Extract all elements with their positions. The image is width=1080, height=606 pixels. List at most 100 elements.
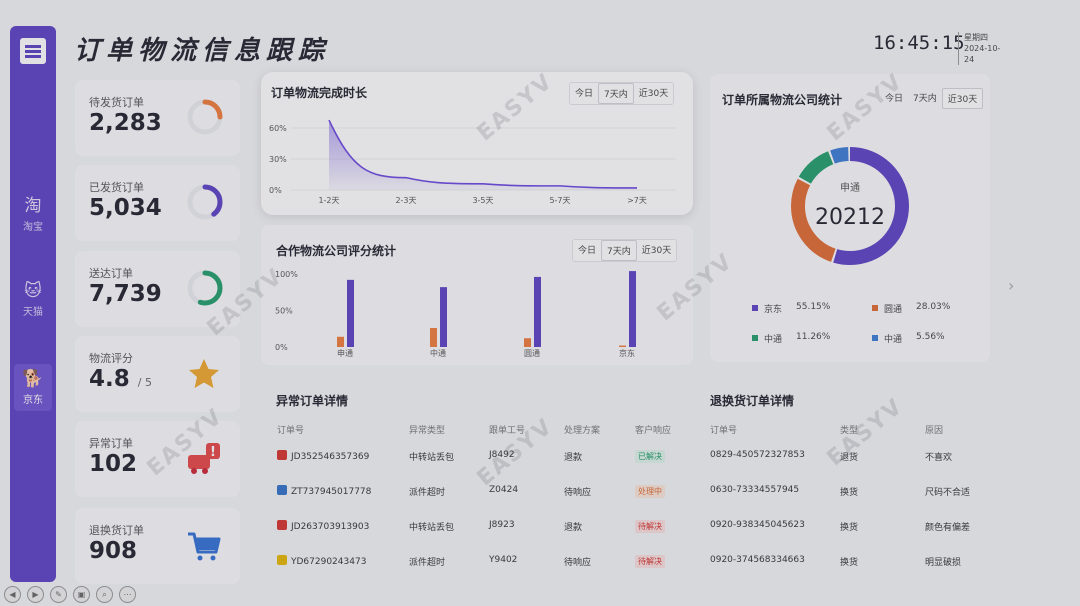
cart-icon (188, 532, 221, 561)
plan-cell: 退款 (564, 523, 583, 533)
x-tick-label: >7天 (627, 196, 647, 205)
table-header: 订单号 类型 原因 (710, 423, 990, 437)
duration-area (329, 120, 637, 190)
legend-value: 5.56% (916, 332, 945, 342)
status-badge: 已解决 (635, 450, 665, 463)
stat-card: 待发货订单 2,283 (75, 80, 240, 156)
returns-table-title: 退换货订单详情 (710, 394, 795, 408)
status-badge: 待解决 (635, 555, 665, 568)
legend-item[interactable]: 京东 55.15% (752, 302, 862, 315)
bar (524, 338, 531, 347)
stat-value: 4.8 / 5 (89, 366, 152, 392)
legend-swatch (752, 335, 758, 341)
pen-icon[interactable]: ✎ (50, 586, 67, 603)
sidebar-item-tmall[interactable]: 🐱 天猫 (14, 281, 52, 318)
reason-cell: 尺码不合适 (925, 488, 971, 498)
stat-label: 已发货订单 (89, 181, 144, 194)
courier-logo-icon (277, 485, 287, 495)
order-cell: 0920-374568334663 (710, 555, 805, 565)
order-cell: 0829-450572327853 (710, 450, 805, 460)
column-header: 订单号 (277, 426, 305, 436)
stat-card: 物流评分 4.8 / 5 (75, 336, 240, 412)
legend-swatch (752, 305, 758, 311)
bar (430, 328, 437, 347)
stat-card: 已发货订单 5,034 (75, 165, 240, 241)
y-tick-label: 30% (269, 155, 287, 164)
chevron-right-icon[interactable]: › (1008, 276, 1014, 295)
x-tick-label: 京东 (619, 348, 635, 358)
plan-cell: 待响应 (564, 488, 592, 498)
table-row[interactable]: 0630-73334557945 换货 尺码不合适 (710, 485, 990, 499)
legend-swatch (872, 335, 878, 341)
prev-icon[interactable]: ◀ (4, 586, 21, 603)
bar (440, 287, 447, 347)
order-cell: 0630-73334557945 (710, 485, 800, 495)
table-row[interactable]: ZT737945017778 派件超时 Z0424 待响应 处理中 (277, 485, 687, 499)
reason-cell: 明显破损 (925, 558, 962, 568)
table-row[interactable]: 0920-374568334663 换货 明显破损 (710, 555, 990, 569)
table-row[interactable]: YD67290243473 派件超时 Y9402 待响应 待解决 (277, 555, 687, 569)
legend-value: 55.15% (796, 302, 831, 312)
zoom-icon[interactable]: ⌕ (96, 586, 113, 603)
legend-item[interactable]: 中通 11.26% (752, 332, 862, 345)
sidebar-item-jd[interactable]: 🐕 京东 (14, 364, 52, 411)
table-row[interactable]: JD352546357369 中转站丢包 J8492 退款 已解决 (277, 450, 687, 464)
share-panel: 订单所属物流公司统计 今日 7天内 近30天 申通 20212 京东 55.15% 圆… (710, 74, 990, 362)
abnormal-table-title: 异常订单详情 (276, 394, 349, 408)
date-display: 星期四 2024-10-24 (958, 32, 1008, 65)
table-row[interactable]: 0829-450572327853 退货 不喜欢 (710, 450, 990, 464)
staff-cell: J8923 (489, 520, 515, 530)
stat-label: 退换货订单 (89, 524, 144, 537)
stat-value: 2,283 (89, 110, 162, 136)
type-cell: 换货 (840, 558, 859, 568)
y-tick-label: 60% (269, 124, 287, 133)
column-header: 处理方案 (564, 426, 601, 436)
column-header: 原因 (925, 426, 944, 436)
sidebar-item-label: 京东 (23, 395, 43, 406)
type-cell: 中转站丢包 (409, 523, 455, 533)
status-badge: 待解决 (635, 520, 665, 533)
bar (629, 271, 636, 347)
x-tick-label: 中通 (430, 348, 446, 358)
table-row[interactable]: JD263703913903 中转站丢包 J8923 退款 待解决 (277, 520, 687, 534)
legend-value: 28.03% (916, 302, 951, 312)
type-cell: 退货 (840, 453, 859, 463)
status-cell: 待解决 (635, 555, 665, 568)
share-legend: 京东 55.15% 圆通 28.03% 中通 11.26% 中通 5.56% (710, 74, 990, 362)
x-tick-label: 2-3天 (395, 196, 416, 205)
column-header: 跟单工号 (489, 426, 526, 436)
x-tick-label: 圆通 (524, 348, 540, 358)
legend-swatch (872, 305, 878, 311)
order-cell: JD352546357369 (277, 450, 369, 462)
stat-label: 送达订单 (89, 267, 133, 280)
next-icon[interactable]: ▶ (27, 586, 44, 603)
type-cell: 换货 (840, 523, 859, 533)
truck-alert-icon: ! (188, 443, 220, 474)
type-cell: 中转站丢包 (409, 453, 455, 463)
status-cell: 已解决 (635, 450, 665, 463)
progress-ring (187, 99, 223, 135)
slides-icon[interactable]: ▣ (73, 586, 90, 603)
table-header: 订单号 异常类型 跟单工号 处理方案 客户响应 (277, 423, 687, 437)
status-cell: 处理中 (635, 485, 665, 498)
type-cell: 派件超时 (409, 488, 446, 498)
weekday: 星期四 (964, 33, 988, 42)
type-cell: 派件超时 (409, 558, 446, 568)
legend-item[interactable]: 圆通 28.03% (872, 302, 982, 315)
staff-cell: Z0424 (489, 485, 519, 495)
table-row[interactable]: 0920-938345045623 换货 颜色有偏差 (710, 520, 990, 534)
legend-item[interactable]: 中通 5.56% (872, 332, 982, 345)
date: 2024-10-24 (964, 44, 1001, 64)
y-tick-label: 100% (275, 270, 298, 279)
app-logo-icon (20, 38, 46, 64)
bar (337, 336, 344, 347)
bar (534, 276, 541, 347)
sidebar-item-taobao[interactable]: 淘 淘宝 (14, 196, 52, 233)
x-tick-label: 5-7天 (549, 196, 570, 205)
abnormal-table: 订单号 异常类型 跟单工号 处理方案 客户响应 JD352546357369 中转站丢包… (277, 423, 687, 573)
tmall-icon: 🐱 (24, 281, 42, 301)
status-badge: 处理中 (635, 485, 665, 498)
staff-cell: Y9402 (489, 555, 518, 565)
more-icon[interactable]: ⋯ (119, 586, 136, 603)
y-tick-label: 0% (275, 343, 288, 352)
